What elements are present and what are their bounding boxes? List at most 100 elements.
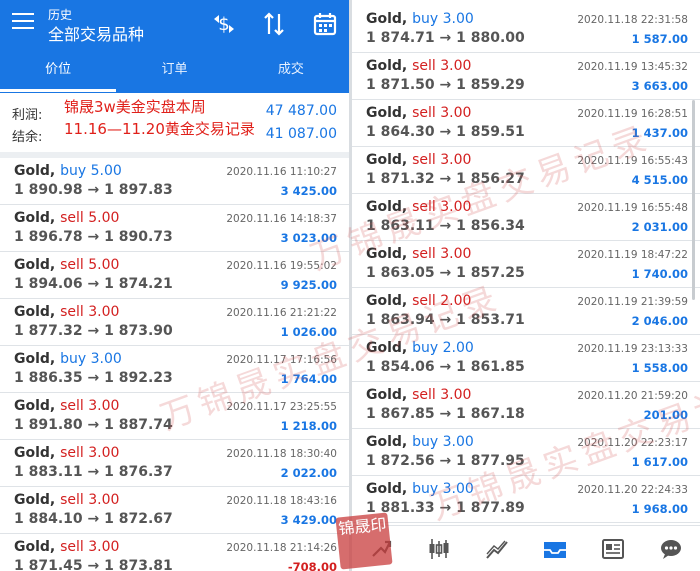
table-row[interactable]: Gold, sell 3.00 1 871.32 → 1 856.27 2020.1…	[352, 147, 700, 194]
scrollbar[interactable]	[692, 100, 695, 300]
trade-prices: 1 886.35 → 1 892.23	[14, 370, 173, 386]
table-row[interactable]: Gold, sell 3.00 1 863.11 → 1 856.34 2020.1…	[352, 194, 700, 241]
trade-side: buy 3.00	[412, 481, 474, 497]
trade-time: 2020.11.20 22:23:17	[577, 437, 688, 449]
trade-profit: 201.00	[643, 408, 688, 422]
trade-side: sell 3.00	[412, 387, 472, 403]
symbol-name: Gold,	[366, 105, 408, 121]
trade-profit: 2 046.00	[631, 314, 688, 328]
trade-profit: 1 968.00	[631, 502, 688, 516]
trade-prices: 1 864.30 → 1 859.51	[366, 124, 525, 140]
trade-time: 2020.11.16 14:18:37	[226, 213, 337, 225]
table-row[interactable]: Gold, buy 2.00 1 854.06 → 1 861.85 2020.11…	[352, 335, 700, 382]
trade-time: 2020.11.17 23:25:55	[226, 401, 337, 413]
table-row[interactable]: Gold, sell 3.00 1 884.10 → 1 872.67 2020.1…	[0, 487, 349, 534]
table-row[interactable]: Gold, sell 5.00 1 896.78 → 1 890.73 2020.1…	[0, 205, 349, 252]
balance-label: 结余:	[12, 130, 43, 145]
trade-symbol: Gold, sell 3.00	[14, 539, 119, 555]
nav-trend[interactable]	[468, 526, 526, 571]
trade-profit: 1 587.00	[631, 32, 688, 46]
trade-time: 2020.11.16 11:10:27	[226, 166, 337, 178]
trade-profit: 3 023.00	[280, 231, 337, 245]
trade-profit: 3 425.00	[280, 184, 337, 198]
app-bar: 历史 全部交易品种 $ 价位 订单 成交	[0, 0, 349, 93]
trade-time: 2020.11.17 17:16:56	[226, 354, 337, 366]
trade-prices: 1 877.32 → 1 873.90	[14, 323, 173, 339]
symbol-name: Gold,	[366, 246, 408, 262]
symbol-name: Gold,	[366, 293, 408, 309]
trade-prices: 1 854.06 → 1 861.85	[366, 359, 525, 375]
trade-time: 2020.11.20 21:59:20	[577, 390, 688, 402]
bottom-nav	[352, 525, 700, 571]
tab-deals[interactable]: 成交	[233, 56, 349, 90]
trade-side: buy 3.00	[412, 434, 474, 450]
table-row[interactable]: Gold, buy 3.00 1 874.71 → 1 880.00 2020.11…	[352, 6, 700, 53]
table-row[interactable]: Gold, sell 2.00 1 863.94 → 1 853.71 2020.1…	[352, 288, 700, 335]
sort-icon[interactable]	[260, 10, 288, 38]
balance-value: 41 087.00	[265, 126, 337, 142]
trade-prices: 1 881.33 → 1 877.89	[366, 500, 525, 516]
trade-prices: 1 871.32 → 1 856.27	[366, 171, 525, 187]
trade-symbol: Gold, sell 5.00	[14, 210, 119, 226]
seal-stamp: 锦晟印	[335, 512, 393, 570]
trade-side: buy 3.00	[60, 351, 122, 367]
table-row[interactable]: Gold, sell 3.00 1 883.11 → 1 876.37 2020.1…	[0, 440, 349, 487]
trade-profit: 1 764.00	[280, 372, 337, 386]
trade-prices: 1 863.05 → 1 857.25	[366, 265, 525, 281]
menu-icon[interactable]	[12, 13, 34, 31]
nav-chat[interactable]	[642, 526, 700, 571]
table-row[interactable]: Gold, sell 3.00 1 871.50 → 1 859.29 2020.1…	[352, 53, 700, 100]
table-row[interactable]: Gold, sell 3.00 1 863.05 → 1 857.25 2020.1…	[352, 241, 700, 288]
trade-side: sell 2.00	[412, 293, 472, 309]
table-row[interactable]: Gold, sell 5.00 1 894.06 → 1 874.21 2020.1…	[0, 252, 349, 299]
calendar-icon[interactable]	[311, 10, 339, 38]
trade-symbol: Gold, sell 3.00	[366, 387, 471, 403]
trade-symbol: Gold, sell 3.00	[14, 492, 119, 508]
table-row[interactable]: Gold, buy 3.00 1 872.56 → 1 877.95 2020.11…	[352, 429, 700, 476]
trade-prices: 1 890.98 → 1 897.83	[14, 182, 173, 198]
trade-time: 2020.11.19 13:45:32	[577, 61, 688, 73]
symbol-name: Gold,	[366, 199, 408, 215]
tab-orders[interactable]: 订单	[116, 56, 232, 90]
nav-news[interactable]	[584, 526, 642, 571]
trade-symbol: Gold, sell 3.00	[366, 246, 471, 262]
table-row[interactable]: Gold, buy 3.00 1 881.33 → 1 877.89 2020.11…	[352, 476, 700, 523]
nav-chart[interactable]	[410, 526, 468, 571]
table-row[interactable]: Gold, buy 3.00 1 886.35 → 1 892.23 2020.11…	[0, 346, 349, 393]
trade-side: sell 3.00	[60, 445, 120, 461]
news-icon	[602, 538, 624, 559]
trade-symbol: Gold, buy 2.00	[366, 340, 474, 356]
trade-profit: 1 437.00	[631, 126, 688, 140]
symbol-name: Gold,	[366, 340, 408, 356]
table-row[interactable]: Gold, sell 3.00 1 867.85 → 1 867.18 2020.1…	[352, 382, 700, 429]
trade-prices: 1 874.71 → 1 880.00	[366, 30, 525, 46]
trade-symbol: Gold, buy 3.00	[366, 434, 474, 450]
trade-prices: 1 891.80 → 1 887.74	[14, 417, 173, 433]
symbol-name: Gold,	[14, 210, 56, 226]
currency-exchange-icon[interactable]: $	[210, 10, 238, 38]
trade-side: sell 3.00	[412, 152, 472, 168]
trade-side: sell 3.00	[60, 398, 120, 414]
trade-time: 2020.11.16 19:55:02	[226, 260, 337, 272]
trade-symbol: Gold, sell 3.00	[14, 398, 119, 414]
screen: 历史 全部交易品种 $ 价位 订单 成交 利润: 47 487.00 结余: 4…	[0, 0, 700, 571]
tab-positions[interactable]: 价位	[0, 56, 116, 90]
trade-side: sell 3.00	[60, 304, 120, 320]
trade-prices: 1 896.78 → 1 890.73	[14, 229, 173, 245]
svg-text:$: $	[218, 14, 229, 35]
trade-profit: 1 558.00	[631, 361, 688, 375]
trade-time: 2020.11.18 21:14:26	[226, 542, 337, 554]
nav-history[interactable]	[526, 526, 584, 571]
trade-symbol: Gold, buy 3.00	[366, 11, 474, 27]
table-row[interactable]: Gold, buy 5.00 1 890.98 → 1 897.83 2020.11…	[0, 158, 349, 205]
promo-text-line1: 锦晟3w美金实盘本周	[64, 98, 206, 116]
trade-side: buy 2.00	[412, 340, 474, 356]
table-row[interactable]: Gold, sell 3.00 1 877.32 → 1 873.90 2020.1…	[0, 299, 349, 346]
trade-profit: 3 663.00	[631, 79, 688, 93]
page-title[interactable]: 全部交易品种	[48, 21, 144, 45]
trade-time: 2020.11.18 18:43:16	[226, 495, 337, 507]
table-row[interactable]: Gold, sell 3.00 1 871.45 → 1 873.81 2020.1…	[0, 534, 349, 571]
table-row[interactable]: Gold, sell 3.00 1 864.30 → 1 859.51 2020.1…	[352, 100, 700, 147]
table-row[interactable]: Gold, sell 3.00 1 891.80 → 1 887.74 2020.1…	[0, 393, 349, 440]
trade-side: sell 5.00	[60, 210, 120, 226]
